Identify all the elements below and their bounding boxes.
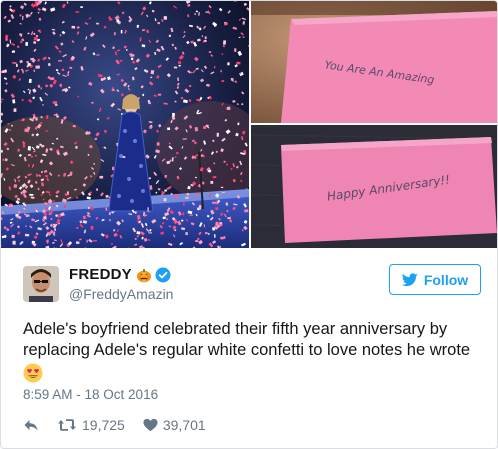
retweet-count: 19,725 bbox=[82, 417, 125, 433]
like-count: 39,701 bbox=[162, 417, 206, 433]
follow-label: Follow bbox=[423, 271, 469, 288]
tweet-card: You Are An Amazing Happy Anniversary!! F… bbox=[0, 0, 498, 449]
tweet-media[interactable]: You Are An Amazing Happy Anniversary!! bbox=[1, 1, 497, 248]
twitter-bird-icon bbox=[401, 272, 418, 286]
concert-photo[interactable] bbox=[1, 1, 249, 248]
reply-button[interactable] bbox=[23, 418, 39, 432]
tweet-header: FREDDY @FreddyAmazin Follow bbox=[23, 263, 483, 311]
tweet-text: Adele's boyfriend celebrated their fifth… bbox=[23, 319, 473, 385]
love-note-photo-1[interactable]: You Are An Amazing bbox=[251, 1, 497, 123]
verified-badge-icon bbox=[155, 267, 171, 283]
heart-icon bbox=[143, 418, 158, 432]
display-name[interactable]: FREDDY bbox=[69, 266, 132, 283]
avatar[interactable] bbox=[23, 266, 59, 302]
pumpkin-icon bbox=[136, 267, 152, 283]
name-row: FREDDY bbox=[69, 266, 171, 283]
tweet-text-line-2: replacing Adele's regular white confetti… bbox=[23, 341, 471, 359]
tweet-text-line-1: Adele's boyfriend celebrated their fifth… bbox=[23, 320, 448, 338]
retweet-button[interactable]: 19,725 bbox=[57, 417, 125, 433]
user-handle[interactable]: @FreddyAmazin bbox=[69, 286, 173, 302]
retweet-icon bbox=[58, 419, 76, 431]
tweet-actions: 19,725 39,701 bbox=[23, 413, 224, 437]
love-note-photo-2[interactable]: Happy Anniversary!! bbox=[251, 125, 497, 248]
heart-eyes-emoji-icon bbox=[23, 363, 43, 383]
like-button[interactable]: 39,701 bbox=[143, 417, 206, 433]
follow-button[interactable]: Follow bbox=[389, 264, 481, 295]
reply-icon bbox=[24, 420, 38, 431]
timestamp[interactable]: 8:59 AM - 18 Oct 2016 bbox=[23, 387, 158, 402]
